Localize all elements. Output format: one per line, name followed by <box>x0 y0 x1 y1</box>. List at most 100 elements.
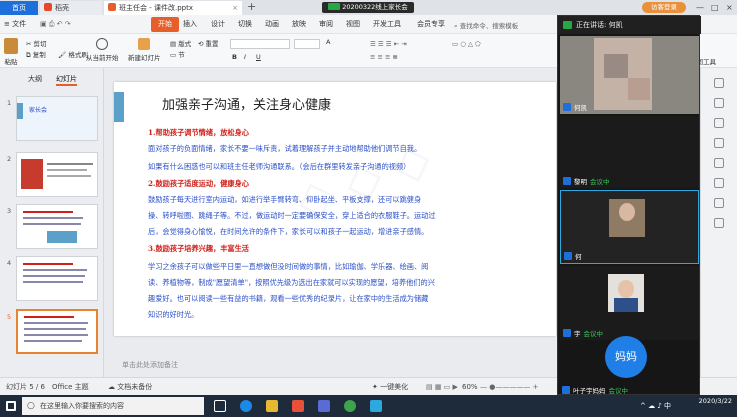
paste-button[interactable]: 粘贴 <box>4 38 18 66</box>
format-icon[interactable] <box>714 78 724 88</box>
task-view-icon[interactable] <box>214 400 226 412</box>
slide-thumbnail-5-selected[interactable] <box>16 309 98 354</box>
beautify-button[interactable]: ✦ 一键美化 <box>372 378 408 395</box>
wps-office-icon[interactable] <box>292 400 304 412</box>
maximize-icon[interactable]: □ <box>711 0 719 15</box>
edge-icon[interactable] <box>240 400 252 412</box>
animation-icon[interactable] <box>714 138 724 148</box>
participant-avatar[interactable]: 妈妈 <box>605 336 647 378</box>
meeting-app-icon[interactable] <box>370 400 382 412</box>
close-window-icon[interactable]: × <box>726 0 733 15</box>
layout-label: 版式 <box>178 40 192 48</box>
tab-slides[interactable]: 幻灯片 <box>56 74 77 86</box>
thumb-line <box>47 169 87 171</box>
backup-icon[interactable] <box>714 178 724 188</box>
section-button[interactable]: ▭ 节 <box>170 49 185 59</box>
menu-view[interactable]: 视图 <box>346 15 360 34</box>
video-tile-2[interactable]: 黎明 会议中 <box>560 116 699 188</box>
guest-login-button[interactable]: 访客登录 <box>642 2 686 13</box>
tab-presentation[interactable]: 班主任会 - 课件改.pptx × <box>104 1 242 15</box>
share-icon[interactable] <box>714 198 724 208</box>
bold-button[interactable]: B <box>232 53 237 61</box>
slide-heading[interactable]: 3.鼓励孩子培养兴趣，丰富生活 <box>148 244 249 254</box>
slide-body-line[interactable]: 读、养植物等，制成"愿望清单"，按照优先级为选出在家就可以实现的愿望，培养他们的… <box>148 278 435 288</box>
menu-insert[interactable]: 插入 <box>183 15 197 34</box>
menu-developer[interactable]: 开发工具 <box>373 15 401 34</box>
play-from-current-button[interactable]: 从当前开始 <box>86 38 119 62</box>
slide-body-line[interactable]: 如果有什么困惑也可以和班主任老师沟通联系。（会后在群里转发亲子沟通的视频） <box>148 162 410 172</box>
slide-body-line[interactable]: 后，会觉得身心愉悦，在时间允许的条件下，家长可以和孩子一起运动，增进亲子感情。 <box>148 227 428 237</box>
slide-thumbnail-3[interactable] <box>16 204 98 249</box>
windows-start-icon[interactable] <box>6 401 16 411</box>
menu-member[interactable]: 会员专享 <box>417 15 445 34</box>
taskbar-search-input[interactable]: ○ 在这里输入你要搜索的内容 <box>22 397 204 415</box>
video-tile-3[interactable]: 何 <box>560 190 699 264</box>
more-icon[interactable] <box>714 218 724 228</box>
backup-status[interactable]: ☁ 文档未备份 <box>108 378 152 395</box>
file-explorer-icon[interactable] <box>266 400 278 412</box>
thumb-line <box>23 211 73 213</box>
quick-access-toolbar[interactable]: ▣ ⎙ ↶ ↷ <box>40 15 71 34</box>
app-icon[interactable] <box>318 400 330 412</box>
italic-button[interactable]: I <box>244 53 246 61</box>
select-icon[interactable] <box>714 118 724 128</box>
cut-button[interactable]: ✂ 剪切 <box>26 38 47 48</box>
view-mode-buttons[interactable]: ▤ ▦ ▭ ▶ <box>426 378 458 395</box>
menu-transitions[interactable]: 切换 <box>238 15 252 34</box>
zoom-slider[interactable]: — ●————— + <box>480 378 538 395</box>
tab-outline[interactable]: 大纲 <box>28 74 42 84</box>
chrome-icon[interactable] <box>344 400 356 412</box>
menu-review[interactable]: 审阅 <box>319 15 333 34</box>
tab-docer[interactable]: 稻壳 <box>40 1 102 15</box>
shape-tools[interactable]: ▭ ○ △ ⬠ <box>452 40 481 48</box>
slide-thumbnail-2[interactable] <box>16 152 98 197</box>
taskbar-search-placeholder: 在这里输入你要搜索的内容 <box>40 402 124 410</box>
menu-design[interactable]: 设计 <box>211 15 225 34</box>
close-tab-icon[interactable]: × <box>232 1 238 15</box>
slide-body-line[interactable]: 学习之余孩子可以做些平日里一直想做但没时间做的事情，比如瑜伽、学乐器、绘画、阅 <box>148 262 428 272</box>
slide-thumbnail-4[interactable] <box>16 256 98 301</box>
paragraph-tools[interactable]: ☰ ☰ ☰ ⇤ ⇥ <box>370 40 407 48</box>
thumb-number: 1 <box>7 99 12 107</box>
menu-slideshow[interactable]: 放映 <box>292 15 306 34</box>
slide-heading[interactable]: 1.帮助孩子调节情绪，放松身心 <box>148 128 249 138</box>
menu-home[interactable]: 开始 <box>151 17 179 32</box>
underline-button[interactable]: U <box>256 53 261 61</box>
slide-index: 幻灯片 5 / 6 <box>6 383 45 391</box>
slide-body-line[interactable]: 操、转呼啦圈、跳绳子等。不过，做运动时一定要确保安全，穿上适合的衣服鞋子。运动过 <box>148 211 436 221</box>
slide-body-line[interactable]: 鼓励孩子每天进行室内运动，如进行举手臂转弯、仰卧起坐、平板支撑，还可以跳健身 <box>148 195 421 205</box>
font-size-select[interactable] <box>294 39 320 49</box>
video-tile-4[interactable]: 宇会议中 <box>560 266 699 340</box>
new-tab-button[interactable]: + <box>247 0 256 14</box>
slide-body-line[interactable]: 趣爱好。也可以阅读一些有益的书籍，观看一些优秀的纪录片，让在家中的生活成为储藏 <box>148 294 428 304</box>
style-icon[interactable] <box>714 98 724 108</box>
current-slide[interactable]: ◇ ◇ ◇ 加强亲子沟通，关注身心健康 1.帮助孩子调节情绪，放松身心 面对孩子… <box>114 82 556 336</box>
video-tile-1[interactable]: 何凯 <box>560 36 699 114</box>
theme-name[interactable]: Office 主题 <box>52 378 89 395</box>
notes-input[interactable]: 单击此处添加备注 <box>114 358 556 372</box>
slide-heading[interactable]: 2.鼓励孩子适度运动，健康身心 <box>148 179 249 189</box>
slide-body-line[interactable]: 面对孩子的负面情绪，家长不要一味斥责，试着理解孩子并主动地帮助他们调节自我。 <box>148 144 421 154</box>
layout-button[interactable]: ▤ 版式 <box>170 38 191 48</box>
copy-button[interactable]: ⧉ 复制 <box>26 49 46 60</box>
font-family-select[interactable] <box>230 39 290 49</box>
reset-button[interactable]: ⟲ 重置 <box>198 38 219 48</box>
settings-icon[interactable] <box>714 158 724 168</box>
minimize-icon[interactable]: — <box>696 0 704 15</box>
slide-title[interactable]: 加强亲子沟通，关注身心健康 <box>162 94 331 113</box>
increase-font-button[interactable]: A <box>326 38 330 46</box>
format-painter-button[interactable]: 🖌 格式刷 <box>58 49 88 59</box>
align-tools[interactable]: ≡ ≡ ≡ ≣ <box>370 53 398 61</box>
system-clock[interactable]: 2020/3/22 <box>692 397 732 406</box>
new-slide-button[interactable]: 新建幻灯片 <box>128 38 161 62</box>
zoom-level[interactable]: 60% <box>462 378 478 395</box>
system-tray[interactable]: ^ ☁ ♪ 中 <box>640 401 671 411</box>
command-search[interactable]: ⌕ 查找命令、搜索模板 <box>454 20 534 31</box>
tab-home[interactable]: 首页 <box>0 1 38 15</box>
slide-thumbnail-1[interactable]: 家长会 <box>16 96 98 141</box>
thumb-line <box>24 322 88 324</box>
menu-file[interactable]: ≡ 文件 <box>4 15 26 34</box>
meeting-title-bar[interactable]: 20200322线上家长会 <box>322 2 414 13</box>
slide-body-line[interactable]: 知识的好时光。 <box>148 310 198 320</box>
menu-animations[interactable]: 动画 <box>265 15 279 34</box>
